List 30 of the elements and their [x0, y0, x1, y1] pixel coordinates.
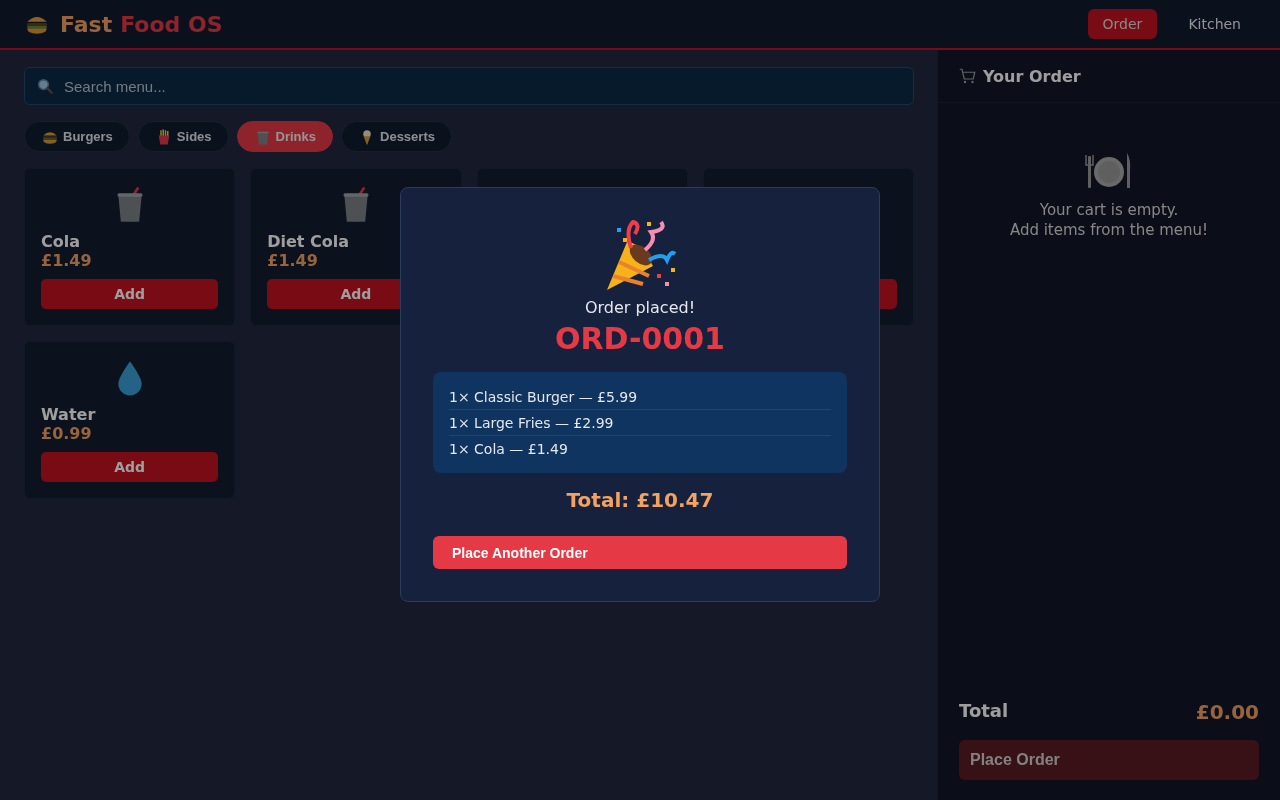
plate-cutlery-icon: [1085, 151, 1133, 191]
add-button[interactable]: Add: [41, 279, 219, 309]
place-another-order-button[interactable]: Place Another Order: [433, 536, 847, 569]
total-label: Total: [959, 700, 1009, 723]
total-value: £0.00: [1195, 700, 1259, 724]
item-name: Cola: [41, 232, 81, 252]
category-tab[interactable]: Desserts: [341, 121, 452, 152]
empty-cart-message: Your cart is empty. Add items from the menu!: [1009, 201, 1209, 240]
order-line: 1× Classic Burger — £5.99: [449, 384, 831, 410]
item-price: £1.49: [267, 251, 319, 271]
order-total: Total: £10.47: [566, 488, 714, 512]
search-field[interactable]: Search menu...: [24, 67, 914, 105]
cart-title: Your Order: [983, 66, 1081, 86]
order-number: ORD-0001: [555, 321, 725, 356]
order-line: 1× Large Fries — £2.99: [449, 410, 831, 436]
order-message: Order placed!: [584, 298, 696, 317]
logo-text: Fast: [60, 11, 113, 37]
logo-text: Food OS: [120, 11, 223, 37]
cart-icon: [959, 67, 977, 85]
item-price: £1.49: [41, 251, 93, 271]
category-tab[interactable]: Drinks: [236, 121, 333, 152]
order-line: 1× Cola — £1.49: [449, 440, 569, 459]
nav-tab[interactable]: Kitchen: [1173, 9, 1256, 39]
nav-tab[interactable]: Order: [1087, 9, 1158, 39]
category-tab[interactable]: Sides: [137, 121, 229, 152]
item-name: Diet Cola: [267, 232, 351, 252]
item-name: Water: [41, 405, 97, 425]
add-button[interactable]: Add: [41, 452, 219, 482]
item-price: £0.99: [41, 424, 93, 444]
category-tab[interactable]: Burgers: [24, 121, 130, 152]
